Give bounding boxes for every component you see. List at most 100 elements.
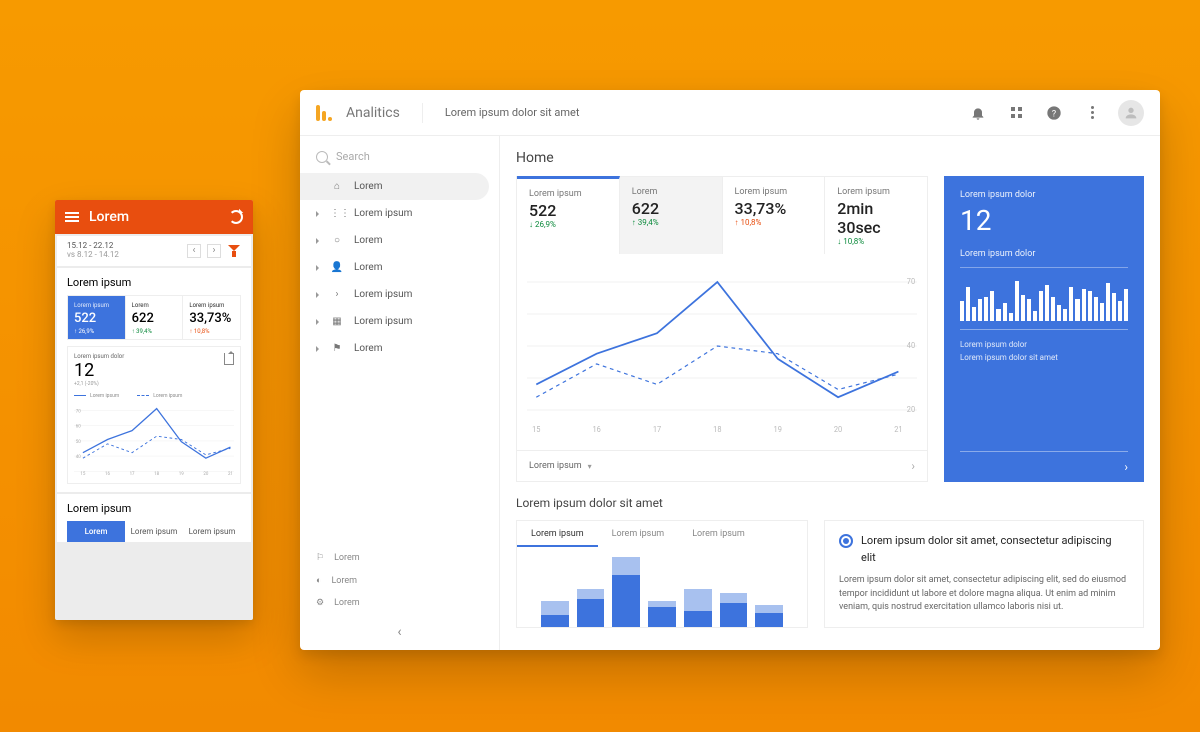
card-tab[interactable]: Lorem ipsum (678, 521, 759, 547)
svg-text:60: 60 (76, 423, 81, 429)
nav-item-label: Lorem (354, 262, 382, 273)
svg-text:18: 18 (713, 425, 721, 434)
share-icon[interactable] (224, 353, 234, 365)
mobile-frame: Lorem 15.12 - 22.12 vs 8.12 - 14.12 ‹ › … (55, 200, 253, 620)
kpi-tile[interactable]: Lorem ipsum 2min 30sec ↓ 10,8% (825, 177, 927, 254)
help-icon[interactable]: ? (1042, 101, 1066, 125)
sidebar-item[interactable]: 👤 Lorem (300, 254, 499, 281)
bar (541, 601, 569, 627)
sidebar-footer-item[interactable]: ⚙ Lorem (300, 592, 499, 614)
account-avatar[interactable] (1118, 100, 1144, 126)
realtime-card[interactable]: Lorem ipsum dolor 12 Lorem ipsum dolor L… (944, 176, 1144, 482)
dimension-dropdown[interactable]: Lorem ipsum (529, 461, 592, 471)
nav-item-icon: 👤 (330, 262, 344, 273)
nav-item-icon: ⚙ (316, 598, 324, 608)
date-range[interactable]: 15.12 - 22.12 vs 8.12 - 14.12 (67, 242, 119, 260)
kpi-value: 522 (74, 311, 119, 326)
card-footer: Lorem ipsum › (517, 450, 927, 481)
svg-text:20: 20 (834, 425, 842, 434)
caret-icon (316, 265, 322, 271)
property-name[interactable]: Lorem ipsum dolor sit amet (445, 106, 580, 119)
more-icon[interactable] (1080, 101, 1104, 125)
kpi-value: 622 (632, 199, 710, 218)
mobile-title: Lorem (89, 209, 219, 225)
card-tab[interactable]: Lorem ipsum (517, 521, 598, 547)
svg-text:15: 15 (532, 425, 541, 434)
bar (612, 557, 640, 627)
nav-item-icon: › (330, 289, 344, 300)
svg-text:70: 70 (76, 408, 81, 414)
kpi-value: 33,73% (189, 311, 234, 326)
svg-text:21: 21 (228, 471, 233, 477)
nav-item-label: Lorem ipsum (354, 208, 412, 219)
sidebar-item[interactable]: ○ Lorem (300, 227, 499, 254)
sidebar-footer-item[interactable]: ◐ Lorem (300, 569, 499, 592)
big-label: Lorem ipsum dolor (74, 353, 124, 360)
bar (684, 589, 712, 627)
kpi-tile[interactable]: Lorem ipsum 522 ↓ 26,9% (517, 176, 620, 254)
svg-text:50: 50 (76, 438, 81, 444)
svg-text:20: 20 (203, 471, 208, 477)
sidebar-item[interactable]: ⚑ Lorem (300, 335, 499, 362)
notifications-icon[interactable] (966, 101, 990, 125)
hamburger-icon[interactable] (65, 212, 79, 222)
realtime-next[interactable]: › (960, 451, 1128, 482)
collapse-sidebar-button[interactable]: ‹ (300, 614, 499, 650)
kpi-tile[interactable]: Lorem ipsum 33,73% ↑ 10,8% (183, 296, 240, 339)
svg-text:16: 16 (105, 471, 110, 477)
kpi-label: Lorem ipsum (74, 302, 119, 309)
kpi-label: Lorem (132, 302, 177, 309)
chevron-right-icon[interactable]: › (911, 459, 915, 473)
sidebar: Search ⌂ Lorem ⋮⋮ Lorem ipsum ○ Lorem 👤 … (300, 136, 500, 650)
sidebar-item[interactable]: › Lorem ipsum (300, 281, 499, 308)
section-title: Lorem ipsum dolor sit amet (516, 496, 1144, 510)
insight-title: Lorem ipsum dolor sit amet, consectetur … (861, 533, 1129, 566)
date-range-compare: vs 8.12 - 14.12 (67, 251, 119, 260)
nav-item-icon: ⚑ (330, 343, 344, 354)
kpi-tile[interactable]: Lorem 622 ↑ 39,4% (126, 296, 184, 339)
insight-card[interactable]: Lorem ipsum dolor sit amet, consectetur … (824, 520, 1144, 628)
search-input[interactable]: Search (300, 140, 499, 173)
card-title: Lorem ipsum (67, 502, 241, 515)
svg-text:?: ? (1052, 108, 1057, 119)
brand-logo-icon (316, 105, 332, 121)
nav-item-label: Lorem (354, 181, 382, 192)
sidebar-item[interactable]: ⌂ Lorem (300, 173, 489, 200)
filter-icon[interactable] (227, 245, 241, 257)
card-tab[interactable]: Lorem ipsum (598, 521, 679, 547)
big-value: 12 (74, 360, 124, 381)
mobile-tab[interactable]: Lorem (67, 521, 125, 542)
nav-item-label: Lorem (334, 553, 360, 563)
refresh-icon[interactable] (229, 210, 243, 224)
insight-icon (839, 534, 853, 548)
nav-item-icon: ○ (330, 235, 344, 246)
sidebar-item[interactable]: ▦ Lorem ipsum (300, 308, 499, 335)
caret-icon (316, 238, 322, 244)
nav-item-label: Lorem (354, 235, 382, 246)
kpi-row: Lorem ipsum 522 ↑ 26,9% Lorem 622 ↑ 39,4… (67, 295, 241, 340)
mobile-tab[interactable]: Lorem ipsum (125, 521, 183, 542)
mobile-card-2: Lorem ipsum Lorem Lorem ipsum Lorem ipsu… (57, 494, 251, 542)
kpi-tile[interactable]: Lorem ipsum 522 ↑ 26,9% (68, 296, 126, 339)
date-next-button[interactable]: › (207, 244, 221, 258)
sidebar-item[interactable]: ⋮⋮ Lorem ipsum (300, 200, 499, 227)
kpi-label: Lorem (632, 187, 710, 197)
date-prev-button[interactable]: ‹ (187, 244, 201, 258)
realtime-value: 12 (960, 204, 1128, 237)
apps-icon[interactable] (1004, 101, 1028, 125)
kpi-label: Lorem ipsum (189, 302, 234, 309)
card-title: Lorem ipsum (67, 276, 241, 289)
svg-text:40: 40 (907, 341, 915, 350)
main-content: Home Lorem ipsum 522 ↓ 26,9% Lorem 622 ↑… (500, 136, 1160, 650)
nav-item-icon: ⚐ (316, 553, 324, 563)
mobile-tab[interactable]: Lorem ipsum (183, 521, 241, 542)
bar (720, 593, 748, 627)
sidebar-footer-item[interactable]: ⚐ Lorem (300, 547, 499, 569)
realtime-bars (960, 278, 1128, 330)
kpi-tile[interactable]: Lorem 622 ↑ 39,4% (620, 177, 723, 254)
kpi-value: 522 (529, 201, 607, 220)
kpi-delta: ↓ 26,9% (529, 220, 607, 229)
kpi-tile[interactable]: Lorem ipsum 33,73% ↑ 10,8% (723, 177, 826, 254)
realtime-label: Lorem ipsum dolor (960, 190, 1128, 200)
big-number-block: Lorem ipsum dolor 12 +2,1 (-20%) Lorem i… (67, 346, 241, 484)
